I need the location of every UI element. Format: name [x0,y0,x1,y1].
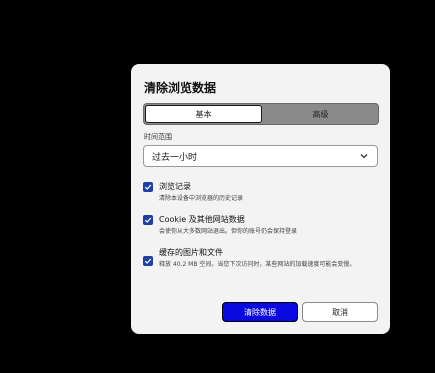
option-title: 缓存的图片和文件 [159,248,223,257]
checkmark-icon [144,184,152,190]
cached-files-checkbox[interactable] [143,256,153,266]
option-description: 释放 40.2 MB 空间。当您下次访问时，某些网站的加载速度可能会变慢。 [159,261,356,268]
chevron-down-icon [360,154,368,159]
tab-advanced[interactable]: 高级 [263,104,378,124]
browsing-history-checkbox[interactable] [143,182,153,192]
tab-basic[interactable]: 基本 [145,105,262,123]
checkmark-icon [144,217,152,223]
cookies-checkbox[interactable] [143,215,153,225]
checkmark-icon [144,258,152,264]
option-title: 浏览记录 [159,182,191,191]
clear-browsing-data-dialog: 清除浏览数据 基本 高级 时间范围 过去一小时 浏览记录 清除本设备中浏览器的历… [131,64,390,334]
dialog-title: 清除浏览数据 [144,81,217,95]
option-description: 清除本设备中浏览器的历史记录 [159,195,244,202]
clear-data-button[interactable]: 清除数据 [222,302,298,322]
cancel-button[interactable]: 取消 [302,302,378,322]
tab-strip: 基本 高级 [143,103,379,125]
time-range-value: 过去一小时 [152,152,198,163]
option-title: Cookie 及其他网站数据 [159,215,245,224]
time-range-select[interactable]: 过去一小时 [143,145,378,167]
option-description: 会使你从大多数网站退出。但你的账号仍会保持登录 [159,228,298,235]
time-range-label: 时间范围 [144,133,172,141]
